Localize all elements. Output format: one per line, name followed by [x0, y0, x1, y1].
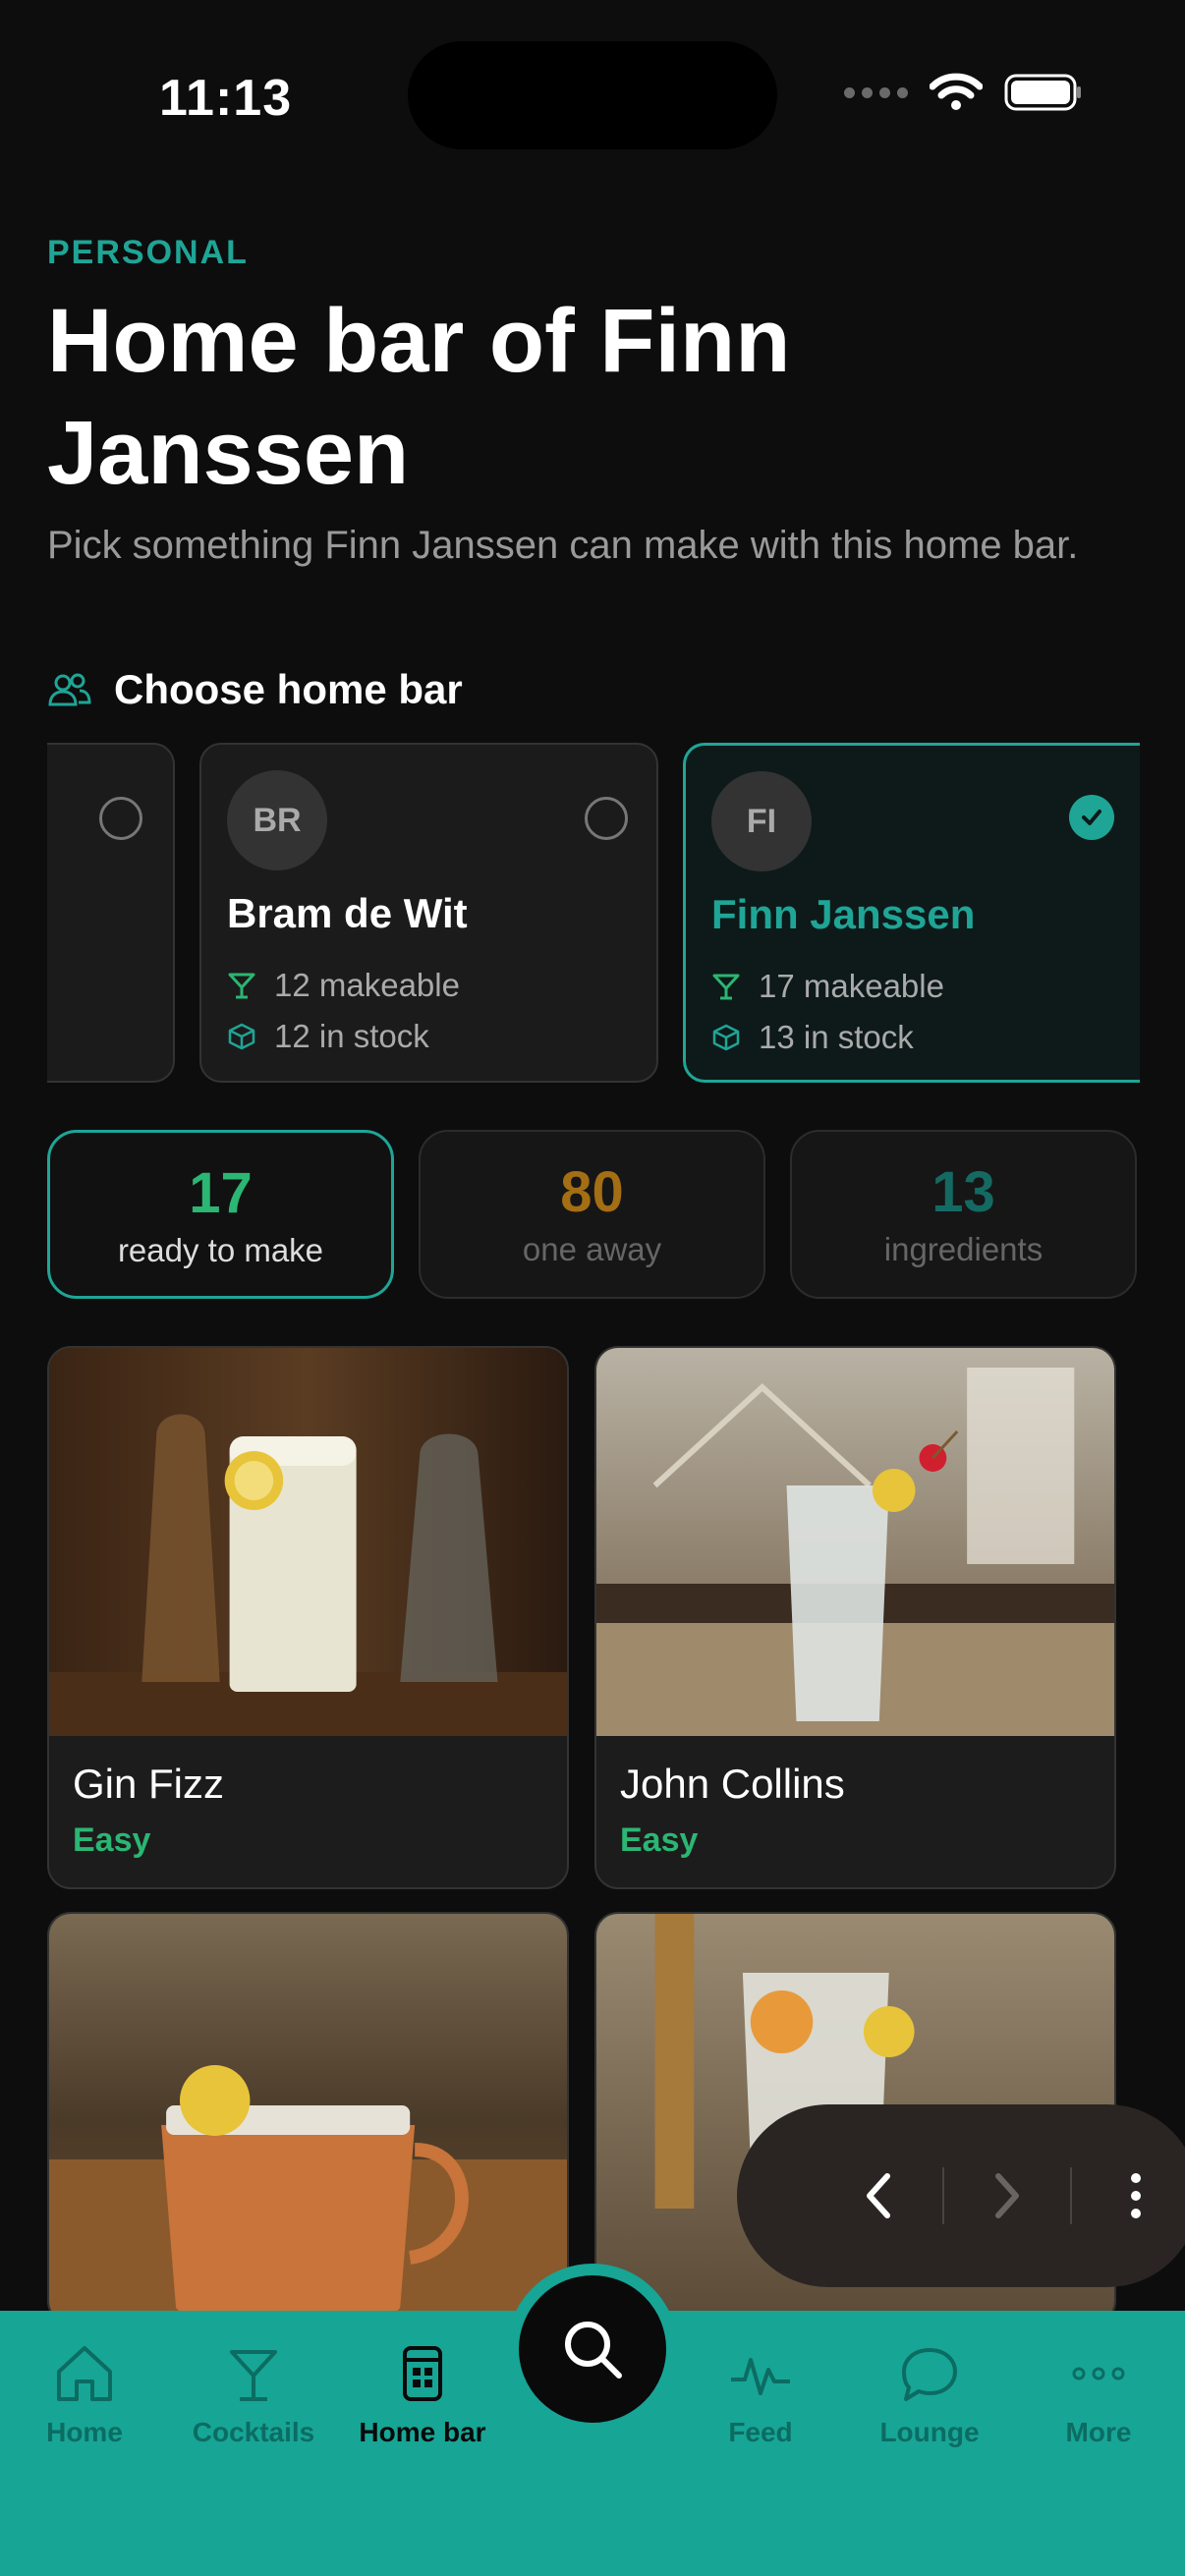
stock-count: 13 in stock — [759, 1019, 914, 1055]
search-button[interactable] — [507, 2264, 678, 2435]
tab-label: Home — [46, 2417, 123, 2447]
cocktail-icon — [230, 2350, 277, 2401]
tab-label: More — [1065, 2417, 1132, 2447]
people-icon — [48, 673, 91, 706]
stat-ready-to-make[interactable]: 17 ready to make — [47, 1130, 394, 1299]
pulse-icon — [731, 2358, 790, 2395]
tab-label: Cocktails — [192, 2417, 315, 2447]
tab-lounge[interactable]: Lounge — [845, 2342, 1014, 2448]
difficulty-label: Easy — [620, 1821, 699, 1859]
avatar: FI — [711, 771, 812, 871]
box-icon — [228, 1023, 255, 1050]
cocktail-glass-icon — [228, 973, 255, 999]
cocktail-photo — [49, 1348, 567, 1736]
tab-cocktails[interactable]: Cocktails — [169, 2342, 338, 2448]
cocktail-photo — [49, 1914, 567, 2323]
cocktail-glass-icon — [712, 974, 740, 1000]
difficulty-label: Easy — [73, 1821, 151, 1859]
bar-name: Bram de Wit — [227, 890, 468, 936]
stat-label: ready to make — [117, 1232, 324, 1268]
avatar: BR — [227, 770, 327, 870]
bar-card-finn[interactable]: FI Finn Janssen 17 makeable 13 in stock — [683, 743, 1140, 1083]
stock-row: 13 in stock — [711, 1019, 914, 1056]
radio-unchecked-icon[interactable] — [585, 797, 628, 840]
stat-label: ingredients — [883, 1231, 1044, 1267]
stat-value: 80 — [560, 1160, 624, 1224]
cocktail-photo — [596, 1348, 1114, 1736]
stat-label: one away — [522, 1231, 662, 1267]
chevron-left-icon — [867, 2173, 891, 2218]
radio-unchecked-icon[interactable] — [99, 797, 142, 840]
makeable-count: 17 makeable — [759, 968, 944, 1004]
cocktail-card-john-collins[interactable]: John Collins Easy — [594, 1346, 1116, 1889]
cocktail-card-moscow-mule[interactable] — [47, 1912, 569, 2324]
tab-label: Lounge — [879, 2417, 980, 2447]
box-icon — [712, 1024, 740, 1051]
stat-value: 17 — [189, 1161, 253, 1225]
tab-home[interactable]: Home — [0, 2342, 169, 2448]
stat-value: 13 — [931, 1160, 995, 1224]
cellular-signal-icon — [844, 86, 908, 98]
page-subtitle: Pick something Finn Janssen can make wit… — [47, 524, 1079, 567]
cocktail-name: John Collins — [620, 1761, 845, 1807]
radio-checked-icon[interactable] — [1069, 795, 1114, 840]
choose-home-bar-heading: Choose home bar — [47, 666, 463, 713]
browser-nav-pill — [737, 2104, 1185, 2287]
stat-one-away[interactable]: 80 one away — [419, 1130, 765, 1299]
wifi-icon — [930, 73, 983, 110]
forward-button[interactable] — [944, 2104, 1071, 2287]
search-icon — [565, 2322, 622, 2379]
chat-bubble-icon — [902, 2348, 957, 2401]
bar-card-bram[interactable]: BR Bram de Wit 12 makeable 12 in stock — [199, 743, 658, 1083]
home-icon — [57, 2346, 112, 2401]
status-icons — [844, 73, 1083, 112]
status-time: 11:13 — [159, 70, 293, 127]
stock-count: 12 in stock — [274, 1018, 429, 1054]
tab-home-bar[interactable]: Home bar — [338, 2342, 507, 2448]
cocktail-name: Gin Fizz — [73, 1761, 225, 1807]
bar-card-partial[interactable] — [47, 743, 175, 1083]
tab-label: Home bar — [359, 2417, 486, 2447]
stock-row: 12 in stock — [227, 1018, 429, 1055]
stat-ingredients[interactable]: 13 ingredients — [790, 1130, 1137, 1299]
more-options-button[interactable] — [1072, 2104, 1185, 2287]
page-title: Home bar of Finn Janssen — [47, 291, 791, 503]
dynamic-island — [408, 41, 777, 149]
home-bar-icon — [403, 2346, 442, 2401]
tab-label: Feed — [728, 2417, 793, 2447]
makeable-row: 17 makeable — [711, 968, 944, 1005]
battery-icon — [1004, 74, 1081, 111]
bar-name: Finn Janssen — [711, 891, 976, 937]
tab-more[interactable]: More — [1014, 2342, 1183, 2448]
tab-feed[interactable]: Feed — [676, 2342, 845, 2448]
chevron-right-icon — [995, 2173, 1020, 2218]
makeable-count: 12 makeable — [274, 967, 460, 1003]
vertical-dots-icon — [1130, 2173, 1141, 2218]
makeable-row: 12 makeable — [227, 967, 460, 1004]
section-eyebrow: PERSONAL — [47, 234, 249, 271]
back-button[interactable] — [816, 2104, 942, 2287]
section-label: Choose home bar — [114, 666, 463, 712]
more-dots-icon — [1072, 2367, 1125, 2380]
cocktail-card-gin-fizz[interactable]: Gin Fizz Easy — [47, 1346, 569, 1889]
